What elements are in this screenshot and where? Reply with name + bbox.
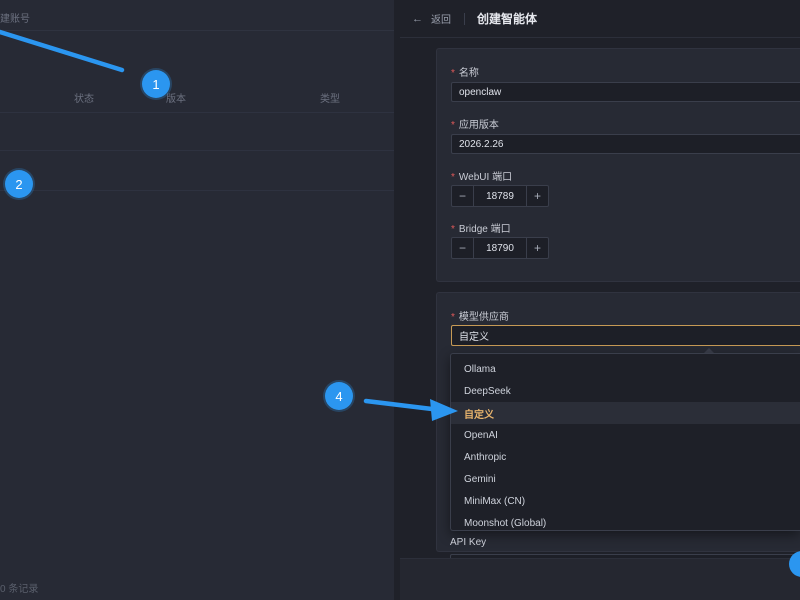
divider (0, 190, 400, 191)
column-header-type: 类型 (320, 94, 340, 105)
bridge-port-label: * Bridge 端口 (451, 224, 511, 235)
webui-port-value[interactable]: 18789 (474, 186, 526, 206)
column-header-version: 版本 (166, 94, 186, 105)
provider-select[interactable]: 自定义 (451, 325, 800, 346)
provider-option-custom[interactable]: 自定义 (451, 402, 800, 424)
arrow-left-icon: ← (412, 12, 423, 25)
annotation-badge-2: 2 (5, 170, 33, 198)
basic-info-card: * 名称 openclaw * 应用版本 2026.2.26 * WebUI 端口 −… (436, 48, 800, 282)
divider (0, 112, 400, 113)
name-input[interactable]: openclaw (451, 82, 800, 102)
provider-option-moonshot-global[interactable]: Moonshot (Global) (451, 512, 800, 534)
annotation-badge-4: 4 (325, 382, 353, 410)
back-label: 返回 (431, 15, 451, 26)
webui-port-label: * WebUI 端口 (451, 172, 513, 183)
divider (0, 150, 400, 151)
bridge-port-value[interactable]: 18790 (474, 238, 526, 258)
drawer-header: ← 返回 创建智能体 (400, 0, 800, 38)
provider-option-minimax-cn[interactable]: MiniMax (CN) (451, 490, 800, 512)
divider (0, 30, 400, 31)
background-page: 建账号 状态 版本 类型 0 条记录 (0, 0, 400, 600)
divider (464, 12, 465, 25)
version-label: * 应用版本 (451, 120, 499, 131)
provider-option-gemini[interactable]: Gemini (451, 468, 800, 490)
background-top-label: 建账号 (0, 14, 30, 25)
drawer-title: 创建智能体 (477, 12, 538, 26)
background-footer: 0 条记录 (0, 584, 39, 595)
annotation-badge-1: 1 (142, 70, 170, 98)
drawer-footer (400, 558, 800, 600)
bridge-decrement-button[interactable]: − (452, 238, 474, 258)
webui-port-stepper: − 18789 + (451, 185, 549, 207)
column-header-status: 状态 (74, 94, 94, 105)
provider-option-openai[interactable]: OpenAI (451, 424, 800, 446)
version-input[interactable]: 2026.2.26 (451, 134, 800, 154)
provider-option-ollama[interactable]: Ollama (451, 358, 800, 380)
back-button[interactable]: ← 返回 (412, 11, 451, 27)
webui-increment-button[interactable]: + (526, 186, 548, 206)
bridge-increment-button[interactable]: + (526, 238, 548, 258)
bridge-port-stepper: − 18790 + (451, 237, 549, 259)
provider-option-anthropic[interactable]: Anthropic (451, 446, 800, 468)
webui-decrement-button[interactable]: − (452, 186, 474, 206)
provider-option-deepseek[interactable]: DeepSeek (451, 380, 800, 402)
api-key-label: API Key (450, 537, 487, 548)
provider-dropdown: Ollama DeepSeek 自定义 OpenAI Anthropic Gem… (450, 353, 800, 531)
name-label: * 名称 (451, 68, 479, 79)
provider-label: * 模型供应商 (451, 312, 509, 323)
